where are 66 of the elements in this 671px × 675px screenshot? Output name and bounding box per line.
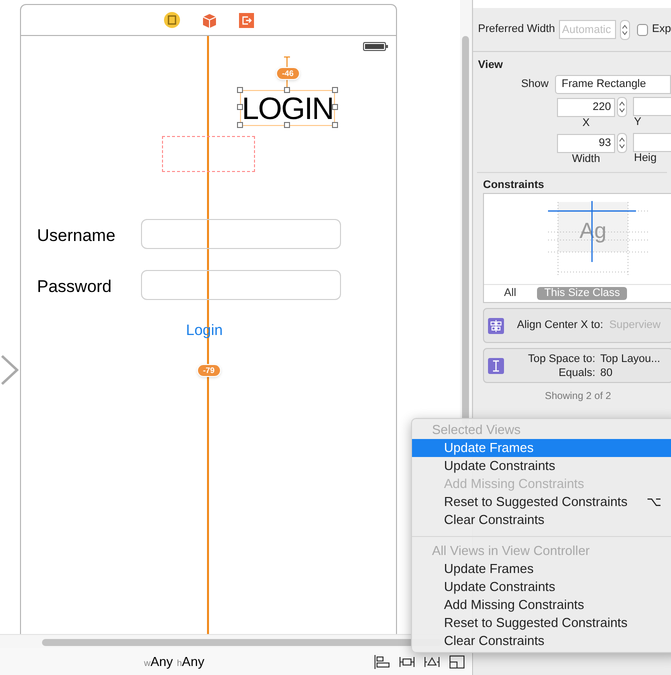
height-class: Any (182, 652, 204, 671)
preferred-width-field[interactable]: Automatic (559, 20, 616, 39)
section-heading: Constraints (483, 178, 546, 192)
constraint-label: Equals: (558, 366, 596, 380)
number-field[interactable]: 220 (557, 98, 615, 116)
number-field[interactable] (633, 97, 671, 116)
field-caption: Heig (634, 152, 657, 165)
height-prefix: h (176, 656, 182, 670)
resize-handle[interactable] (332, 87, 338, 93)
number-field[interactable]: 93 (557, 134, 615, 152)
constraints-count: Showing 2 of 2 (544, 390, 612, 404)
cube-icon[interactable] (202, 12, 216, 28)
constraint-constant: 80 (600, 366, 614, 380)
field-caption: Y (634, 116, 642, 129)
size-class-control[interactable]: wAny hAny (144, 652, 204, 672)
field-label: Password (37, 276, 112, 298)
text-field[interactable] (141, 270, 341, 300)
menu-section-header: All Views in View Controller (431, 542, 591, 560)
vertical-spacing-icon (488, 358, 504, 374)
menu-item[interactable]: Add Missing Constraints (412, 596, 671, 614)
stepper-icon[interactable] (620, 20, 630, 40)
resize-handle[interactable] (332, 122, 338, 128)
stepper-icon[interactable] (617, 97, 627, 117)
number-field[interactable] (633, 133, 671, 152)
battery-icon (363, 42, 388, 51)
resizing-icon[interactable] (449, 654, 465, 668)
preferred-width-label: Preferred Width (478, 22, 556, 38)
constraint-target: Top Layou... (600, 352, 660, 366)
view-controller-icon[interactable] (164, 12, 180, 28)
width-prefix: w (144, 656, 150, 670)
show-dropdown[interactable]: Frame Rectangle (554, 75, 671, 94)
menu-section-header: Selected Views (431, 421, 522, 439)
resize-handle[interactable] (237, 87, 243, 93)
resize-handle[interactable] (284, 122, 290, 128)
menu-item[interactable]: Update Constraints (412, 457, 671, 475)
width-class: Any (150, 652, 173, 671)
align-center-icon (488, 318, 504, 334)
constraint-label: Top Space to: (528, 352, 596, 366)
constraint-row[interactable]: Top Space to: Top Layou... Equals: 80 (483, 348, 671, 383)
menu-item[interactable]: Update Frames (412, 560, 671, 578)
show-label: Show (520, 77, 549, 92)
align-icon[interactable] (374, 654, 390, 668)
resize-handle[interactable] (332, 104, 338, 110)
explicit-checkbox[interactable] (636, 24, 648, 36)
exit-icon[interactable] (238, 12, 254, 28)
explicit-label: Exp (652, 22, 671, 38)
resize-handle[interactable] (237, 104, 243, 110)
field-label: Username (37, 225, 116, 247)
field-caption: Width (572, 153, 600, 166)
resize-handle[interactable] (284, 87, 290, 93)
stepper-icon[interactable] (617, 133, 627, 153)
menu-item[interactable]: Clear Constraints (412, 632, 671, 650)
menu-item[interactable]: Reset to Suggested Constraints ⌥ (412, 493, 671, 511)
resize-handle[interactable] (237, 122, 243, 128)
pin-icon[interactable] (399, 654, 415, 668)
menu-item[interactable]: Reset to Suggested Constraints (412, 614, 671, 632)
constraint-label: Align Center X to: (517, 318, 604, 334)
size-class-tab[interactable]: All (497, 287, 524, 300)
section-heading: View (478, 58, 504, 73)
field-caption: X (582, 117, 590, 130)
menu-item[interactable]: Update Constraints (412, 578, 671, 596)
menu-item[interactable]: Clear Constraints (412, 511, 671, 529)
resolve-issues-icon[interactable] (424, 654, 440, 668)
menu-item[interactable]: Update Frames (412, 439, 671, 457)
text-field[interactable] (141, 219, 341, 249)
menu-shortcut: ⌥ (646, 493, 662, 511)
